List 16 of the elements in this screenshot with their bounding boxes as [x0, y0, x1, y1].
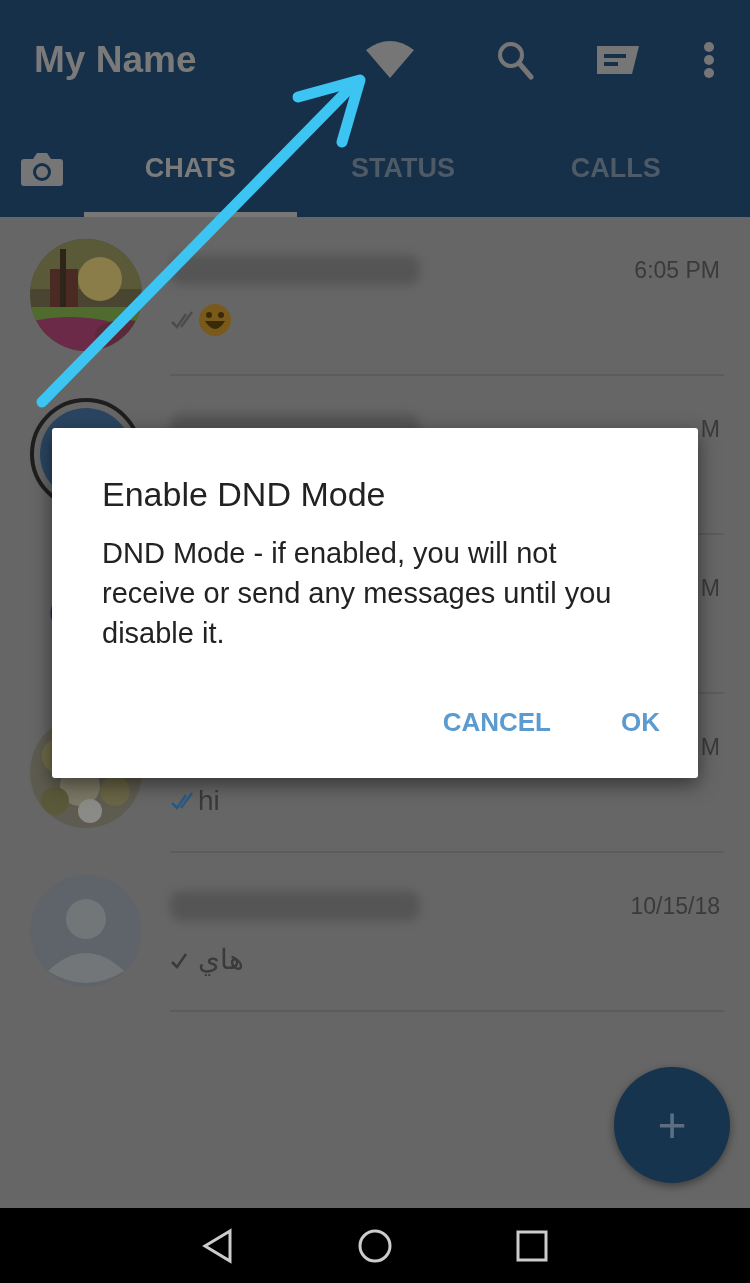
more-options-icon[interactable]	[702, 42, 716, 78]
dialog-button[interactable]: OK	[609, 696, 672, 748]
home-icon[interactable]	[357, 1227, 393, 1264]
wifi-icon[interactable]	[364, 40, 416, 80]
app-title: My Name	[34, 38, 197, 83]
dialog-title: Enable DND Mode	[102, 474, 387, 515]
tab[interactable]: CHATS	[144, 120, 236, 217]
recents-icon[interactable]	[516, 1229, 549, 1262]
add-button[interactable]: +	[614, 1067, 730, 1183]
camera-icon[interactable]	[20, 150, 64, 187]
smiley-icon	[198, 303, 232, 337]
message-icon[interactable]	[594, 43, 642, 77]
dialog-button[interactable]: CANCEL	[430, 696, 563, 748]
dialog-message: DND Mode - if enabled, you will not receive or send any messages until you disable it.	[102, 535, 613, 651]
search-icon[interactable]	[496, 40, 534, 80]
back-icon[interactable]	[201, 1227, 234, 1264]
